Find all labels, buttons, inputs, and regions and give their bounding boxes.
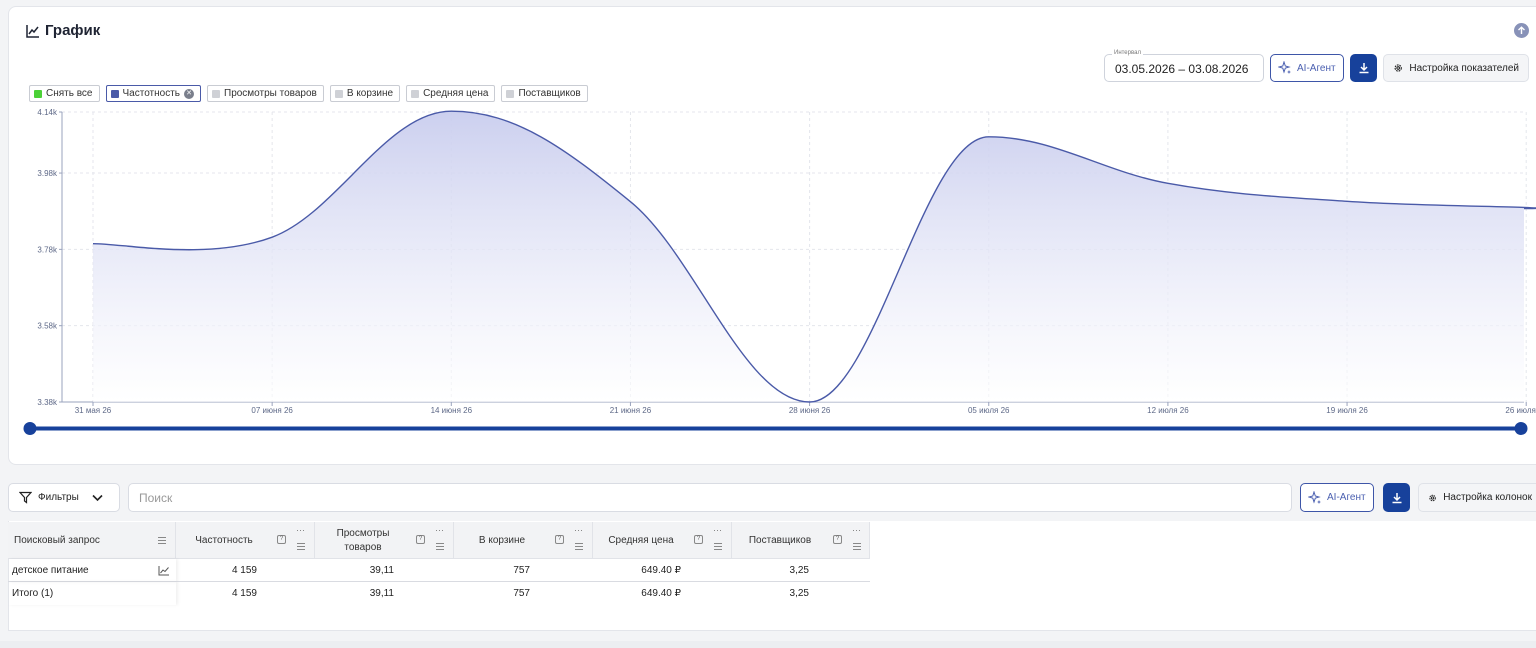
total-price-cell: 649.40 ₽ (641, 588, 681, 599)
column-header-product-views[interactable]: Просмотры товаров ? ··· (315, 522, 454, 559)
chevron-down-icon (92, 494, 103, 502)
y-tick-label: 3.78k (37, 245, 58, 254)
query-text: детское питание (12, 565, 89, 576)
column-settings-label: Настройка колонок (1443, 492, 1532, 503)
total-cart-cell: 757 (513, 588, 530, 599)
more-icon[interactable]: ··· (852, 525, 861, 535)
x-tick-label: 19 июля 26 (1326, 406, 1368, 415)
query-cell: детское питание (8, 559, 176, 582)
ai-agent-label: AI-Агент (1327, 492, 1366, 503)
table-ai-agent-button[interactable]: AI-Агент (1300, 483, 1374, 512)
sparkle-icon (1308, 490, 1321, 504)
series-area-fill (93, 111, 1536, 402)
column-menu-icon[interactable] (436, 543, 444, 550)
column-header-in-cart[interactable]: В корзине ? ··· (454, 522, 593, 559)
x-tick-label: 07 июня 26 (251, 406, 293, 415)
y-tick-label: 3.38k (37, 398, 58, 407)
column-header-search-query[interactable]: Поисковый запрос (8, 522, 176, 559)
help-icon[interactable]: ? (555, 535, 564, 544)
more-icon[interactable]: ··· (574, 525, 583, 535)
column-menu-icon[interactable] (297, 543, 305, 550)
x-tick-label: 26 июля 26 (1505, 406, 1536, 415)
help-icon[interactable]: ? (277, 535, 286, 544)
column-header-label: Средняя цена (608, 534, 674, 546)
frequency-cell: 4 159 (231, 565, 257, 576)
y-tick-label: 3.58k (37, 322, 58, 331)
range-slider-end-handle[interactable] (1514, 422, 1528, 435)
price-cell: 649.40 ₽ (641, 565, 681, 576)
column-menu-icon[interactable] (714, 543, 722, 550)
x-tick-label: 05 июля 26 (968, 406, 1010, 415)
help-icon[interactable]: ? (416, 535, 425, 544)
filter-icon (19, 491, 32, 504)
more-icon[interactable]: ··· (296, 525, 305, 535)
table-header: Поисковый запрос Частотность ? ··· Просм… (8, 522, 870, 559)
x-tick-label: 12 июля 26 (1147, 406, 1189, 415)
x-tick-label: 28 июня 26 (789, 406, 831, 415)
column-header-suppliers[interactable]: Поставщиков ? ··· (732, 522, 870, 559)
filters-button[interactable]: Фильтры (8, 483, 120, 512)
y-tick-label: 3.98k (37, 169, 58, 178)
filters-label: Фильтры (38, 492, 79, 503)
column-header-average-price[interactable]: Средняя цена ? ··· (593, 522, 732, 559)
search-input[interactable] (128, 483, 1292, 512)
column-menu-icon[interactable] (575, 543, 583, 550)
download-icon (1392, 492, 1401, 503)
x-tick-label: 31 мая 26 (75, 406, 112, 415)
help-icon[interactable]: ? (833, 535, 842, 544)
table-download-button[interactable] (1383, 483, 1410, 512)
trend-chart-icon[interactable] (158, 565, 170, 576)
frequency-area-chart: 4.14k 3.98k 3.78k 3.58k 3.38k 31 мая 26 07 июн… (23, 108, 1536, 435)
views-cell: 39,11 (369, 565, 394, 576)
table-row[interactable]: детское питание 4 159 39,11 757 649.40 ₽… (8, 559, 809, 582)
total-views-cell: 39,11 (369, 588, 394, 599)
cart-cell: 757 (513, 565, 530, 576)
gear-icon (1429, 494, 1436, 501)
range-slider[interactable] (23, 422, 1528, 435)
column-header-label: Частотность (195, 534, 253, 546)
total-label-cell: Итого (1) (8, 582, 176, 605)
x-tick-label: 14 июня 26 (431, 406, 473, 415)
column-menu-icon[interactable] (158, 537, 166, 544)
more-icon[interactable]: ··· (435, 525, 444, 535)
column-header-label: Поставщиков (748, 534, 812, 546)
column-header-label: Поисковый запрос (14, 534, 100, 546)
x-tick-label: 21 июня 26 (610, 406, 652, 415)
column-header-label: В корзине (478, 534, 526, 546)
y-tick-label: 4.14k (37, 108, 58, 117)
column-header-frequency[interactable]: Частотность ? ··· (176, 522, 315, 559)
page-footer-strip (0, 641, 1536, 648)
column-header-label: Просмотры товаров (336, 527, 390, 553)
total-suppliers-cell: 3,25 (789, 588, 809, 599)
help-icon[interactable]: ? (694, 535, 703, 544)
column-menu-icon[interactable] (853, 543, 861, 550)
suppliers-cell: 3,25 (789, 565, 809, 576)
total-row: Итого (1) 4 159 39,11 757 649.40 ₽ 3,25 (8, 582, 809, 605)
more-icon[interactable]: ··· (713, 525, 722, 535)
total-frequency-cell: 4 159 (231, 588, 257, 599)
range-slider-start-handle[interactable] (23, 422, 37, 435)
column-settings-button[interactable]: Настройка колонок (1418, 483, 1536, 512)
